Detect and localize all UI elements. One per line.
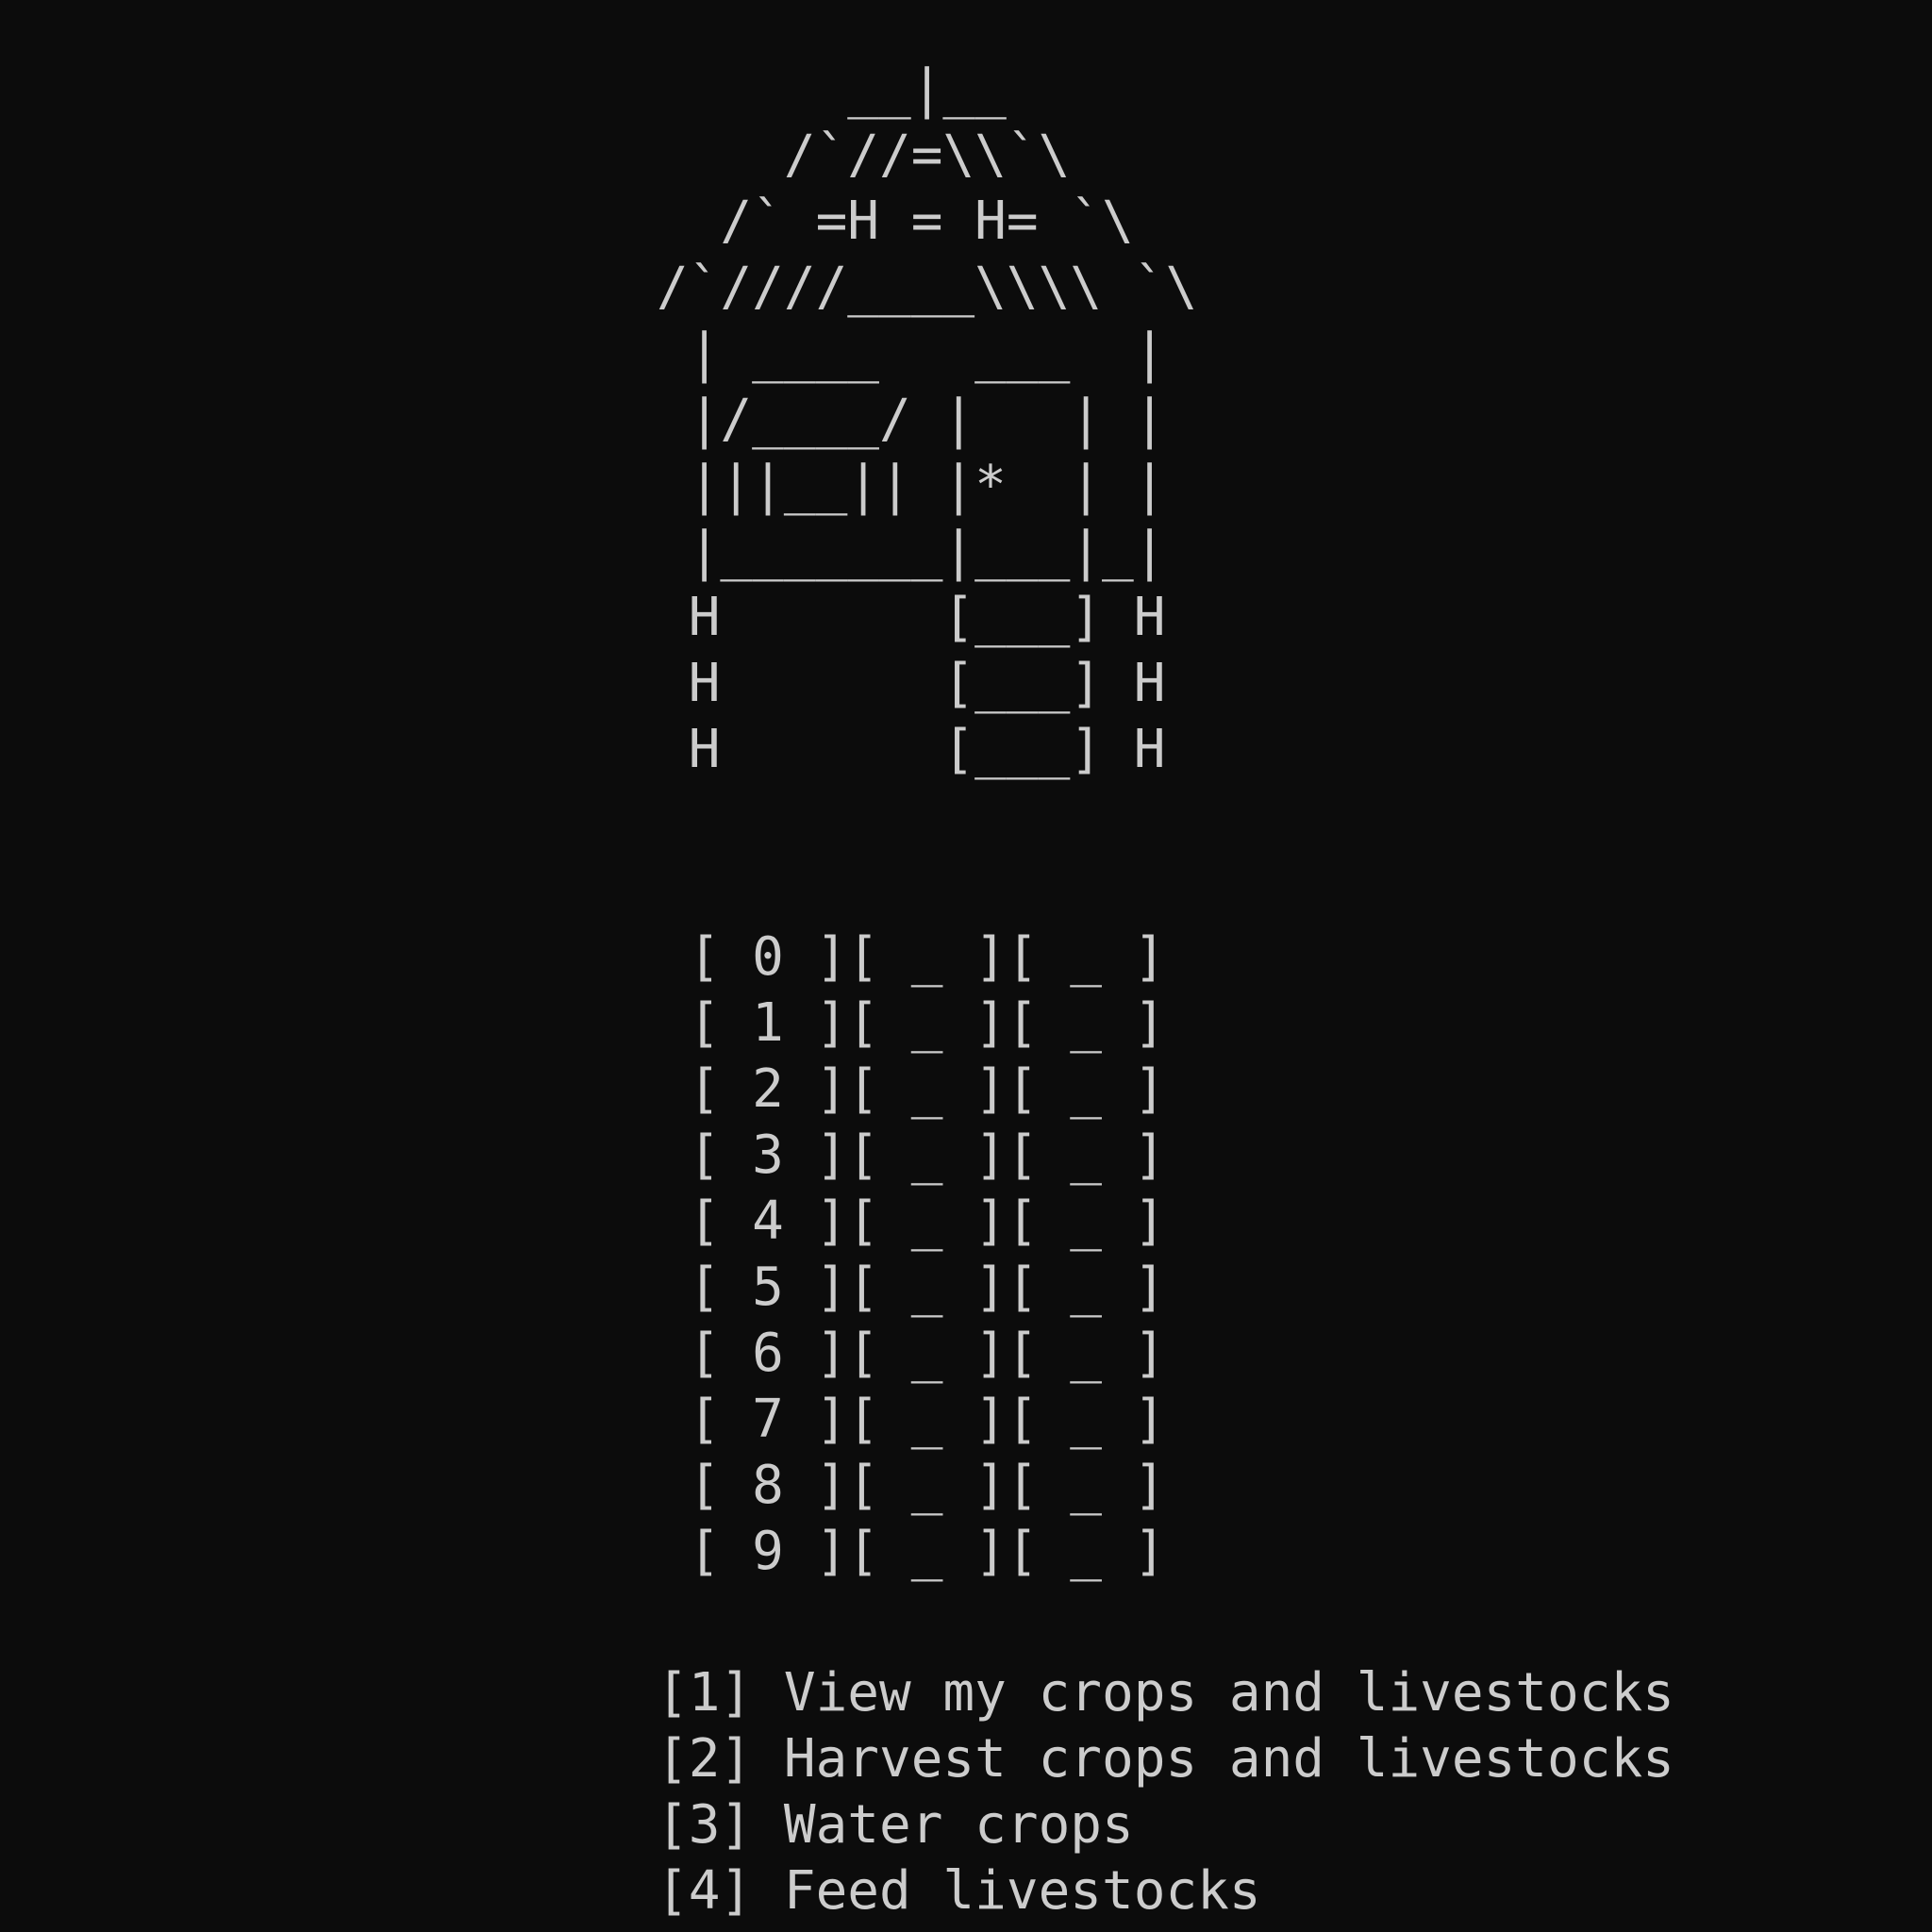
menu-option-feed: [4] Feed livestocks	[657, 1860, 1261, 1922]
house-line: /`////____\\\\ `\	[657, 257, 1198, 318]
menu-option-view: [1] View my crops and livestocks	[657, 1662, 1674, 1724]
plot-row: [ 3 ][ _ ][ _ ]	[657, 1124, 1166, 1186]
house-line: |/____/ | | |	[657, 389, 1166, 450]
house-line: |||__|| |* | |	[657, 455, 1166, 516]
menu-option-water: [3] Water crops	[657, 1794, 1134, 1856]
plot-row: [ 5 ][ _ ][ _ ]	[657, 1257, 1166, 1318]
house-line: H [___] H	[657, 719, 1166, 780]
house-line: | ____ ___ |	[657, 323, 1166, 384]
terminal-window: __|__ /`//=\\`\ /` =H = H= `\ /`////____…	[0, 0, 1932, 1932]
house-line: H [___] H	[657, 653, 1166, 714]
house-line: __|__	[657, 58, 1007, 120]
menu-option-harvest: [2] Harvest crops and livestocks	[657, 1728, 1674, 1790]
plot-row: [ 7 ][ _ ][ _ ]	[657, 1389, 1166, 1450]
house-line: |_______|___|_|	[657, 521, 1166, 582]
plot-row: [ 2 ][ _ ][ _ ]	[657, 1058, 1166, 1120]
plot-row: [ 0 ][ _ ][ _ ]	[657, 926, 1166, 988]
plot-row: [ 6 ][ _ ][ _ ]	[657, 1323, 1166, 1384]
plot-row: [ 8 ][ _ ][ _ ]	[657, 1455, 1166, 1516]
plot-row: [ 9 ][ _ ][ _ ]	[657, 1521, 1166, 1582]
house-line: /` =H = H= `\	[657, 191, 1134, 252]
house-line: H [___] H	[657, 587, 1166, 648]
plot-row: [ 4 ][ _ ][ _ ]	[657, 1191, 1166, 1252]
plot-row: [ 1 ][ _ ][ _ ]	[657, 992, 1166, 1054]
house-line: /`//=\\`\	[657, 125, 1071, 186]
